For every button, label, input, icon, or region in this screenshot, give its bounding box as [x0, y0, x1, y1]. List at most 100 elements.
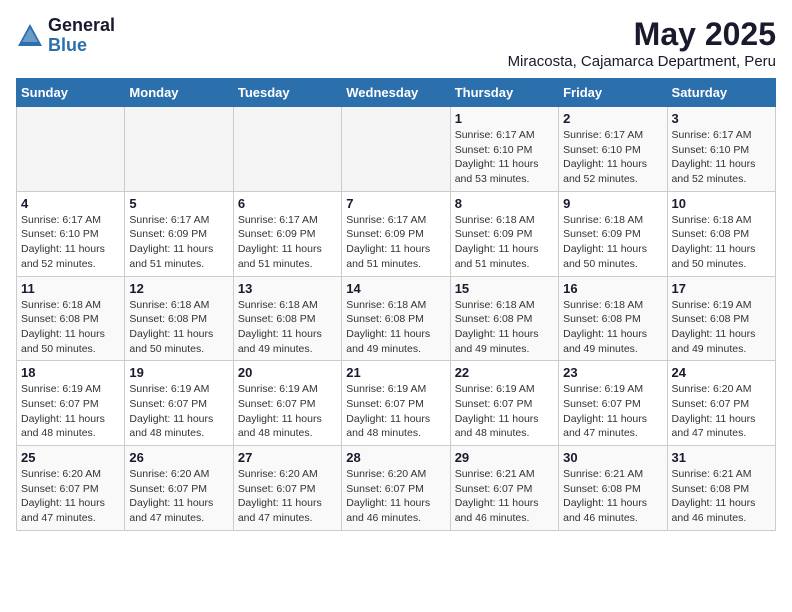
calendar-cell: 15 Sunrise: 6:18 AM Sunset: 6:08 PM Dayli… [450, 276, 558, 361]
calendar-cell: 20Sunrise: 6:19 AM Sunset: 6:07 PM Dayli… [233, 361, 341, 446]
day-info: Sunrise: 6:19 AM Sunset: 6:07 PM Dayligh… [129, 382, 228, 441]
day-info: Sunrise: 6:20 AM Sunset: 6:07 PM Dayligh… [238, 467, 337, 526]
day-info: Sunrise: 6:18 AM Sunset: 6:08 PM Dayligh… [21, 298, 120, 357]
day-number: 18 [21, 365, 120, 380]
calendar: SundayMondayTuesdayWednesdayThursdayFrid… [16, 78, 776, 531]
weekday-header: Saturday [667, 79, 775, 107]
day-info: Sunrise: 6:18 AM Sunset: 6:08 PM Dayligh… [672, 213, 771, 272]
day-number: 21 [346, 365, 445, 380]
day-number: 12 [129, 281, 228, 296]
month-title: May 2025 [508, 16, 776, 53]
day-number: 19 [129, 365, 228, 380]
title-area: May 2025 Miracosta, Cajamarca Department… [508, 16, 776, 70]
calendar-cell: 16Sunrise: 6:18 AM Sunset: 6:08 PM Dayli… [559, 276, 667, 361]
day-info: Sunrise: 6:17 AM Sunset: 6:09 PM Dayligh… [238, 213, 337, 272]
calendar-week-row: 11 Sunrise: 6:18 AM Sunset: 6:08 PM Dayli… [17, 276, 776, 361]
calendar-cell: 31 Sunrise: 6:21 AM Sunset: 6:08 PM Dayli… [667, 446, 775, 531]
day-number: 15 [455, 281, 554, 296]
day-number: 11 [21, 281, 120, 296]
day-info: Sunrise: 6:21 AM Sunset: 6:07 PM Dayligh… [455, 467, 554, 526]
calendar-cell: 7Sunrise: 6:17 AM Sunset: 6:09 PM Daylig… [342, 191, 450, 276]
weekday-header: Sunday [17, 79, 125, 107]
day-number: 25 [21, 450, 120, 465]
day-number: 28 [346, 450, 445, 465]
calendar-cell: 8 Sunrise: 6:18 AM Sunset: 6:09 PM Daylig… [450, 191, 558, 276]
day-info: Sunrise: 6:18 AM Sunset: 6:08 PM Dayligh… [238, 298, 337, 357]
location-subtitle: Miracosta, Cajamarca Department, Peru [508, 53, 776, 70]
day-number: 14 [346, 281, 445, 296]
day-number: 24 [672, 365, 771, 380]
calendar-cell [125, 107, 233, 192]
logo: General Blue [16, 16, 115, 56]
day-number: 31 [672, 450, 771, 465]
day-info: Sunrise: 6:21 AM Sunset: 6:08 PM Dayligh… [672, 467, 771, 526]
day-info: Sunrise: 6:19 AM Sunset: 6:08 PM Dayligh… [672, 298, 771, 357]
day-info: Sunrise: 6:17 AM Sunset: 6:10 PM Dayligh… [21, 213, 120, 272]
logo-blue: Blue [48, 36, 115, 56]
day-info: Sunrise: 6:17 AM Sunset: 6:09 PM Dayligh… [129, 213, 228, 272]
day-info: Sunrise: 6:18 AM Sunset: 6:08 PM Dayligh… [346, 298, 445, 357]
day-info: Sunrise: 6:20 AM Sunset: 6:07 PM Dayligh… [672, 382, 771, 441]
day-number: 20 [238, 365, 337, 380]
calendar-header: SundayMondayTuesdayWednesdayThursdayFrid… [17, 79, 776, 107]
weekday-header: Monday [125, 79, 233, 107]
calendar-cell: 9 Sunrise: 6:18 AM Sunset: 6:09 PM Daylig… [559, 191, 667, 276]
calendar-cell: 24 Sunrise: 6:20 AM Sunset: 6:07 PM Dayli… [667, 361, 775, 446]
day-number: 2 [563, 111, 662, 126]
calendar-cell: 10 Sunrise: 6:18 AM Sunset: 6:08 PM Dayli… [667, 191, 775, 276]
calendar-week-row: 4 Sunrise: 6:17 AM Sunset: 6:10 PM Daylig… [17, 191, 776, 276]
calendar-cell: 22Sunrise: 6:19 AM Sunset: 6:07 PM Dayli… [450, 361, 558, 446]
day-info: Sunrise: 6:21 AM Sunset: 6:08 PM Dayligh… [563, 467, 662, 526]
calendar-cell [342, 107, 450, 192]
day-info: Sunrise: 6:18 AM Sunset: 6:08 PM Dayligh… [455, 298, 554, 357]
calendar-cell: 5 Sunrise: 6:17 AM Sunset: 6:09 PM Daylig… [125, 191, 233, 276]
day-number: 16 [563, 281, 662, 296]
day-number: 29 [455, 450, 554, 465]
logo-general: General [48, 16, 115, 36]
day-info: Sunrise: 6:17 AM Sunset: 6:10 PM Dayligh… [563, 128, 662, 187]
day-number: 10 [672, 196, 771, 211]
day-info: Sunrise: 6:17 AM Sunset: 6:10 PM Dayligh… [455, 128, 554, 187]
calendar-cell: 12Sunrise: 6:18 AM Sunset: 6:08 PM Dayli… [125, 276, 233, 361]
calendar-cell: 11 Sunrise: 6:18 AM Sunset: 6:08 PM Dayli… [17, 276, 125, 361]
weekday-header: Friday [559, 79, 667, 107]
day-info: Sunrise: 6:20 AM Sunset: 6:07 PM Dayligh… [129, 467, 228, 526]
weekday-header: Tuesday [233, 79, 341, 107]
day-number: 8 [455, 196, 554, 211]
calendar-week-row: 18 Sunrise: 6:19 AM Sunset: 6:07 PM Dayli… [17, 361, 776, 446]
header: General Blue May 2025 Miracosta, Cajamar… [16, 16, 776, 70]
day-number: 5 [129, 196, 228, 211]
calendar-cell: 26Sunrise: 6:20 AM Sunset: 6:07 PM Dayli… [125, 446, 233, 531]
day-info: Sunrise: 6:18 AM Sunset: 6:09 PM Dayligh… [563, 213, 662, 272]
calendar-cell: 3Sunrise: 6:17 AM Sunset: 6:10 PM Daylig… [667, 107, 775, 192]
day-number: 9 [563, 196, 662, 211]
day-number: 23 [563, 365, 662, 380]
day-info: Sunrise: 6:19 AM Sunset: 6:07 PM Dayligh… [21, 382, 120, 441]
calendar-cell: 2 Sunrise: 6:17 AM Sunset: 6:10 PM Daylig… [559, 107, 667, 192]
day-info: Sunrise: 6:18 AM Sunset: 6:09 PM Dayligh… [455, 213, 554, 272]
day-number: 30 [563, 450, 662, 465]
calendar-cell: 21Sunrise: 6:19 AM Sunset: 6:07 PM Dayli… [342, 361, 450, 446]
calendar-cell: 18 Sunrise: 6:19 AM Sunset: 6:07 PM Dayli… [17, 361, 125, 446]
day-info: Sunrise: 6:19 AM Sunset: 6:07 PM Dayligh… [455, 382, 554, 441]
calendar-cell [17, 107, 125, 192]
calendar-cell: 23 Sunrise: 6:19 AM Sunset: 6:07 PM Dayli… [559, 361, 667, 446]
day-info: Sunrise: 6:20 AM Sunset: 6:07 PM Dayligh… [21, 467, 120, 526]
calendar-cell: 28 Sunrise: 6:20 AM Sunset: 6:07 PM Dayli… [342, 446, 450, 531]
weekday-row: SundayMondayTuesdayWednesdayThursdayFrid… [17, 79, 776, 107]
calendar-cell: 30 Sunrise: 6:21 AM Sunset: 6:08 PM Dayli… [559, 446, 667, 531]
day-number: 1 [455, 111, 554, 126]
calendar-cell: 25 Sunrise: 6:20 AM Sunset: 6:07 PM Dayli… [17, 446, 125, 531]
calendar-week-row: 1 Sunrise: 6:17 AM Sunset: 6:10 PM Daylig… [17, 107, 776, 192]
calendar-cell: 17Sunrise: 6:19 AM Sunset: 6:08 PM Dayli… [667, 276, 775, 361]
calendar-body: 1 Sunrise: 6:17 AM Sunset: 6:10 PM Daylig… [17, 107, 776, 531]
calendar-cell: 14 Sunrise: 6:18 AM Sunset: 6:08 PM Dayli… [342, 276, 450, 361]
calendar-cell [233, 107, 341, 192]
day-info: Sunrise: 6:19 AM Sunset: 6:07 PM Dayligh… [563, 382, 662, 441]
day-info: Sunrise: 6:17 AM Sunset: 6:09 PM Dayligh… [346, 213, 445, 272]
day-info: Sunrise: 6:20 AM Sunset: 6:07 PM Dayligh… [346, 467, 445, 526]
day-number: 27 [238, 450, 337, 465]
day-number: 13 [238, 281, 337, 296]
day-number: 4 [21, 196, 120, 211]
logo-text: General Blue [48, 16, 115, 56]
